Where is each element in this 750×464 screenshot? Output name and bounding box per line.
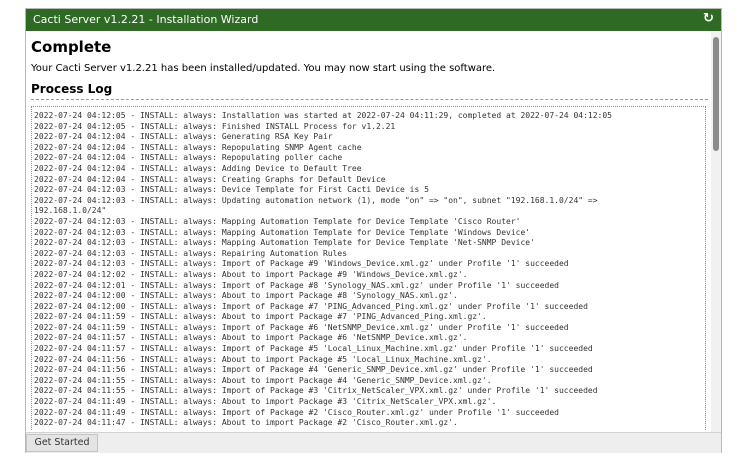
log-line: 2022-07-24 04:12:03 - INSTALL: always: M… [34,238,535,248]
log-line: 2022-07-24 04:12:03 - INSTALL: always: R… [34,248,348,258]
get-started-button[interactable]: Get Started [26,434,98,452]
log-line: 2022-07-24 04:12:00 - INSTALL: always: I… [34,301,588,311]
log-line: 2022-07-24 04:11:59 - INSTALL: always: I… [34,322,569,332]
log-line: 2022-07-24 04:11:59 - INSTALL: always: A… [34,312,487,322]
content-scrollbar[interactable] [711,31,721,432]
scrollbar-thumb[interactable] [713,37,719,151]
log-line: 2022-07-24 04:11:57 - INSTALL: always: I… [34,344,593,354]
process-log-box: 2022-07-24 04:12:05 - INSTALL: always: I… [31,106,706,431]
log-line: 2022-07-24 04:11:49 - INSTALL: always: I… [34,407,559,417]
window-titlebar: Cacti Server v1.2.21 - Installation Wiza… [26,9,721,31]
log-line: 2022-07-24 04:11:55 - INSTALL: always: A… [34,375,492,385]
log-line: 2022-07-24 04:12:03 - INSTALL: always: U… [34,195,598,205]
log-line: 192.168.1.0/24" [34,206,107,216]
window-title: Cacti Server v1.2.21 - Installation Wiza… [33,13,259,26]
log-line: 2022-07-24 04:12:01 - INSTALL: always: I… [34,280,559,290]
log-line: 2022-07-24 04:12:05 - INSTALL: always: I… [34,111,612,120]
log-line: 2022-07-24 04:12:03 - INSTALL: always: D… [34,185,429,195]
log-line: 2022-07-24 04:11:49 - INSTALL: always: A… [34,397,497,407]
process-log-heading: Process Log [31,82,113,96]
log-line: 2022-07-24 04:12:04 - INSTALL: always: C… [34,174,386,184]
log-line: 2022-07-24 04:12:03 - INSTALL: always: M… [34,227,531,237]
log-line: 2022-07-24 04:12:04 - INSTALL: always: R… [34,153,343,163]
log-line: 2022-07-24 04:11:56 - INSTALL: always: I… [34,365,593,375]
log-line: 2022-07-24 04:12:04 - INSTALL: always: A… [34,163,362,173]
refresh-icon[interactable]: ↻ [702,12,715,25]
page-title: Complete [31,38,112,56]
wizard-content: Complete Your Cacti Server v1.2.21 has b… [26,31,713,431]
log-line: 2022-07-24 04:12:02 - INSTALL: always: A… [34,269,468,279]
installation-wizard-dialog: Cacti Server v1.2.21 - Installation Wiza… [25,8,722,453]
log-line: 2022-07-24 04:12:03 - INSTALL: always: I… [34,259,569,269]
log-line: 2022-07-24 04:11:55 - INSTALL: always: I… [34,386,598,396]
log-line: 2022-07-24 04:12:04 - INSTALL: always: G… [34,132,333,142]
completion-message: Your Cacti Server v1.2.21 has been insta… [31,63,496,74]
log-line: 2022-07-24 04:11:47 - INSTALL: always: A… [34,418,458,428]
log-line: 2022-07-24 04:11:57 - INSTALL: always: A… [34,333,468,343]
divider [31,99,708,100]
log-line: 2022-07-24 04:12:05 - INSTALL: always: F… [34,121,396,131]
log-line: 2022-07-24 04:12:03 - INSTALL: always: M… [34,216,521,226]
log-line: 2022-07-24 04:12:04 - INSTALL: always: R… [34,142,362,152]
log-line: 2022-07-24 04:11:56 - INSTALL: always: A… [34,354,492,364]
wizard-footer: Get Started [26,432,721,453]
log-line: 2022-07-24 04:12:00 - INSTALL: always: A… [34,291,458,301]
